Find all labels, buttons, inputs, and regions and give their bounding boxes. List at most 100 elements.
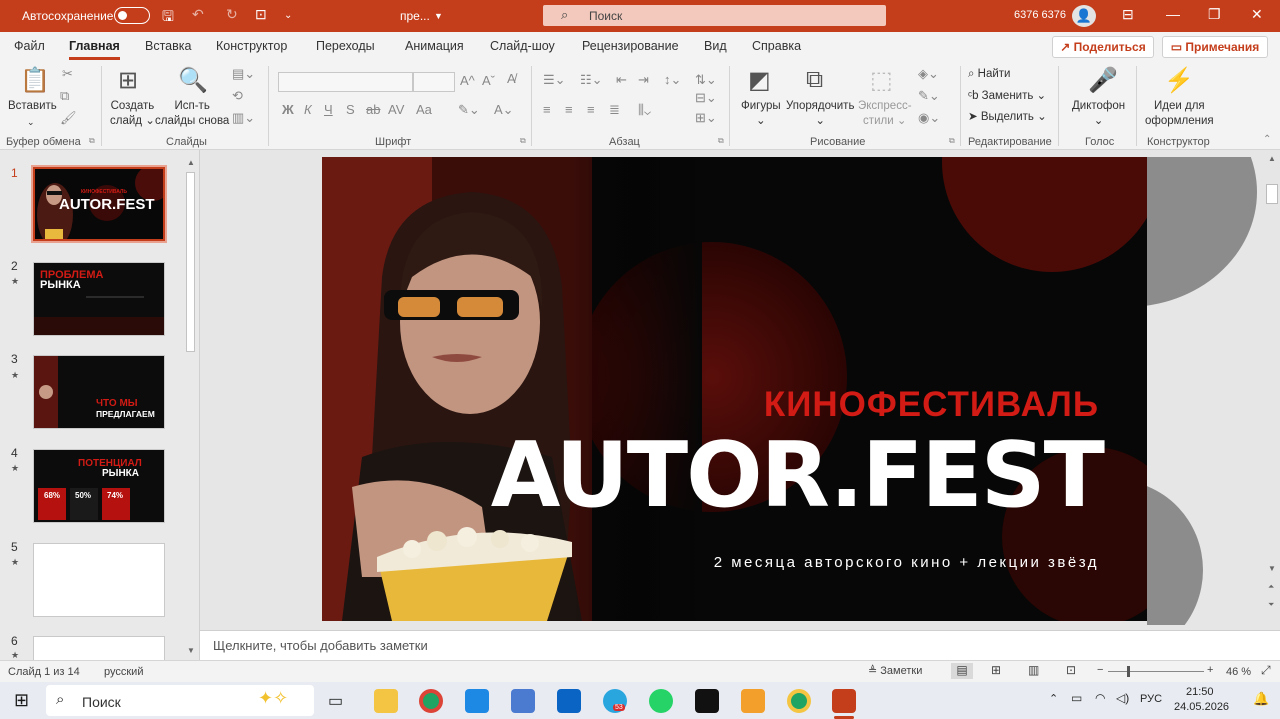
char-spacing-icon[interactable]: AV (388, 102, 404, 117)
quick-styles-icon[interactable]: ⬚ (870, 66, 893, 95)
shape-fill-icon[interactable]: ◈⌄ (918, 66, 939, 82)
reuse-slides-icon[interactable]: 🔍 (178, 66, 208, 95)
highlight-icon[interactable]: ✎⌄ (458, 102, 480, 118)
sublime-icon[interactable] (741, 689, 765, 713)
outlook-icon[interactable] (557, 689, 581, 713)
new-slide-icon[interactable]: ⊞ (118, 66, 138, 95)
italic-icon[interactable]: К (304, 102, 312, 117)
battery-icon[interactable]: ▭ (1071, 691, 1082, 705)
notifications-icon[interactable]: 🔔 (1253, 691, 1269, 707)
tab-view[interactable]: Вид (704, 39, 727, 53)
replace-button[interactable]: ᶜb Заменить ⌄ (968, 89, 1046, 104)
previous-slide-icon[interactable]: ⏶ (1268, 582, 1274, 592)
taskbar-search[interactable]: ⌕ Поиск ✦✧ (46, 685, 314, 716)
drawing-launcher-icon[interactable]: ⧉ (949, 136, 955, 146)
copy-icon[interactable]: ⧉ (60, 88, 69, 104)
smartart-icon[interactable]: ⊞⌄ (695, 110, 717, 126)
select-button[interactable]: ➤ Выделить ⌄ (968, 110, 1047, 125)
slide-sorter-icon[interactable]: ⊞ (991, 663, 1001, 677)
zoom-in-icon[interactable]: + (1207, 664, 1213, 676)
language-indicator[interactable]: русский (104, 666, 143, 678)
grow-font-icon[interactable]: A^ (460, 73, 475, 88)
slide-scrollbar[interactable]: ▲ ▼ ⏶ ⏷ (1264, 150, 1280, 630)
keyboard-language[interactable]: РУС (1140, 693, 1162, 705)
layout-icon[interactable]: ▤⌄ (232, 66, 255, 82)
shapes-icon[interactable]: ◩ (748, 66, 771, 95)
telegram-icon[interactable]: 53 (603, 689, 627, 713)
close-icon[interactable]: ✕ (1251, 6, 1263, 23)
customize-qat-icon[interactable]: ⌄ (284, 10, 292, 21)
increase-indent-icon[interactable]: ⇥ (638, 72, 649, 88)
slide-thumbnail-3[interactable]: ЧТО МЫ ПРЕДЛАГАЕМ (33, 355, 165, 429)
redo-icon[interactable]: ↻ (226, 6, 238, 23)
slide-thumbnail-1[interactable]: КИНОФЕСТИВАЛЬ AUTOR.FEST (31, 165, 167, 243)
shrink-font-icon[interactable]: Aˇ (482, 73, 495, 88)
columns-icon[interactable]: ⫼⌄ (638, 102, 651, 118)
normal-view-icon[interactable]: ▤ (951, 663, 973, 679)
slide-title[interactable]: AUTOR.FEST (491, 421, 1105, 531)
cut-icon[interactable]: ✂ (62, 66, 73, 82)
reset-icon[interactable]: ⟲ (232, 88, 243, 104)
autosave-toggle[interactable] (114, 7, 150, 24)
clock-date[interactable]: 24.05.2026 (1174, 701, 1229, 713)
copilot-sparkle-icon[interactable]: ✦✧ (258, 688, 288, 709)
windows-start-icon[interactable]: ⊞ (14, 690, 29, 711)
tab-transitions[interactable]: Переходы (316, 39, 375, 53)
quick-styles-button[interactable]: Экспресс-стили ⌄ (858, 99, 912, 129)
slide-thumbnail-2[interactable]: ПРОБЛЕМА РЫНКА (33, 262, 165, 336)
shape-outline-icon[interactable]: ✎⌄ (918, 88, 940, 104)
zoom-slider[interactable] (1108, 671, 1204, 672)
tray-chevron-icon[interactable]: ⌃ (1049, 692, 1058, 705)
microphone-icon[interactable]: 🎤 (1088, 66, 1118, 95)
font-family-select[interactable] (278, 72, 413, 92)
tab-file[interactable]: Файл (14, 39, 45, 53)
tab-slideshow[interactable]: Слайд-шоу (490, 39, 555, 53)
align-center-icon[interactable]: ≡ (565, 102, 573, 117)
scroll-down-icon[interactable]: ▼ (187, 646, 195, 655)
scroll-down-icon[interactable]: ▼ (1268, 564, 1276, 573)
zoom-slider-thumb[interactable] (1127, 666, 1130, 677)
document-name[interactable]: пре... (400, 9, 430, 23)
numbering-icon[interactable]: ☷⌄ (580, 72, 603, 88)
arrange-icon[interactable]: ⧉ (806, 66, 823, 94)
format-painter-icon[interactable]: 🖌 (60, 110, 77, 126)
save-icon[interactable]: 🖫 (162, 6, 174, 30)
minimize-icon[interactable]: — (1166, 6, 1180, 22)
designer-button[interactable]: Идеи для оформления (1145, 99, 1214, 129)
slideshow-icon[interactable]: ⊡ (1066, 663, 1076, 677)
slide-thumbnail-5[interactable] (33, 543, 165, 617)
shape-effects-icon[interactable]: ◉⌄ (918, 110, 940, 126)
clock-time[interactable]: 21:50 (1186, 686, 1214, 698)
tab-design[interactable]: Конструктор (216, 39, 287, 53)
new-slide-button[interactable]: Создать слайд ⌄ (110, 99, 155, 129)
slide-thumbnail-4[interactable]: ПОТЕНЦИАЛ РЫНКА 68% 50% 74% (33, 449, 165, 523)
next-slide-icon[interactable]: ⏷ (1268, 600, 1274, 610)
zoom-out-icon[interactable]: − (1097, 664, 1103, 676)
text-direction-icon[interactable]: ⇅⌄ (695, 72, 717, 88)
whatsapp-icon[interactable] (649, 689, 673, 713)
align-left-icon[interactable]: ≡ (543, 102, 551, 117)
fit-slide-icon[interactable]: ⤢ (1261, 663, 1271, 678)
line-spacing-icon[interactable]: ↕⌄ (664, 72, 681, 88)
font-color-icon[interactable]: A⌄ (494, 102, 514, 118)
wifi-icon[interactable]: ◠ (1095, 691, 1105, 705)
tab-insert[interactable]: Вставка (145, 39, 191, 53)
font-size-select[interactable] (413, 72, 455, 92)
strikethrough-icon[interactable]: ab (366, 102, 380, 117)
reading-view-icon[interactable]: ▥ (1028, 663, 1039, 677)
bold-icon[interactable]: Ж (282, 102, 294, 117)
search-input[interactable]: ⌕ Поиск (543, 5, 886, 26)
thumbnail-scrollbar[interactable]: ▲ ▼ (185, 158, 197, 658)
tab-help[interactable]: Справка (752, 39, 801, 53)
file-explorer-icon[interactable] (374, 689, 398, 713)
docname-chevron-icon[interactable]: ▼ (434, 11, 443, 21)
notion-icon[interactable] (695, 689, 719, 713)
scrollbar-thumb[interactable] (186, 172, 195, 352)
decrease-indent-icon[interactable]: ⇤ (616, 72, 627, 88)
scroll-up-icon[interactable]: ▲ (187, 158, 195, 167)
share-button[interactable]: ↗ Поделиться (1052, 36, 1154, 58)
font-launcher-icon[interactable]: ⧉ (520, 136, 526, 146)
ribbon-display-icon[interactable]: ⊟ (1122, 6, 1134, 23)
present-icon[interactable]: ⊡ (255, 6, 267, 23)
comments-button[interactable]: ▭ Примечания (1162, 36, 1268, 58)
